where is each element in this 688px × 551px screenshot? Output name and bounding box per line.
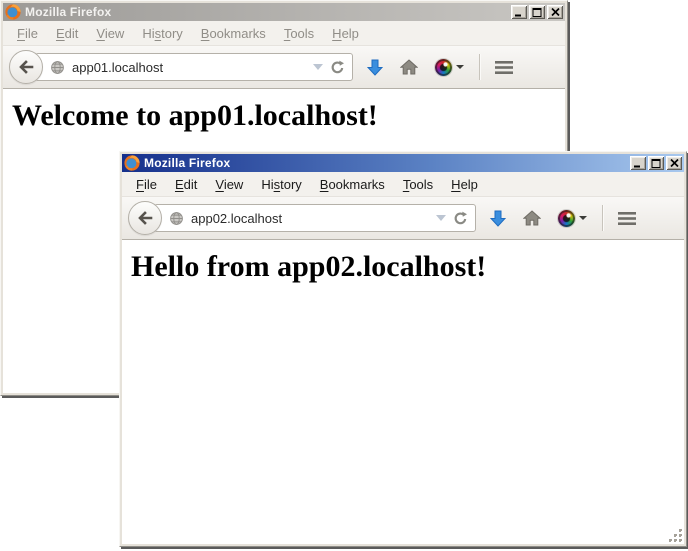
back-arrow-icon (18, 60, 34, 74)
url-text[interactable]: app02.localhost (191, 211, 429, 226)
home-button[interactable] (400, 59, 418, 75)
titlebar[interactable]: Mozilla Firefox (122, 154, 684, 172)
page-heading: Hello from app02.localhost! (131, 250, 684, 284)
chevron-down-icon (579, 216, 587, 220)
home-button[interactable] (523, 210, 541, 226)
hamburger-menu-button[interactable] (495, 61, 513, 74)
menu-history[interactable]: History (252, 175, 310, 194)
page-content: Hello from app02.localhost! (122, 240, 684, 544)
menu-file[interactable]: File (8, 24, 47, 43)
reload-button[interactable] (330, 60, 345, 75)
menu-tools[interactable]: Tools (275, 24, 323, 43)
menu-bar: File Edit View History Bookmarks Tools H… (3, 21, 565, 46)
back-arrow-icon (137, 211, 153, 225)
menu-bookmarks[interactable]: Bookmarks (192, 24, 275, 43)
maximize-button[interactable] (648, 156, 664, 170)
addon-button[interactable] (435, 59, 464, 76)
menu-history[interactable]: History (133, 24, 191, 43)
firefox-logo-icon (5, 4, 21, 20)
url-text[interactable]: app01.localhost (72, 60, 306, 75)
window-controls (511, 5, 563, 19)
back-button[interactable] (128, 201, 162, 235)
toolbar-separator (602, 205, 603, 231)
globe-icon (50, 60, 65, 75)
minimize-button[interactable] (630, 156, 646, 170)
download-button[interactable] (490, 210, 506, 227)
window-controls (630, 156, 682, 170)
minimize-button[interactable] (511, 5, 527, 19)
firefox-window-app02: Mozilla Firefox File Edit View History B… (119, 151, 687, 547)
addon-button[interactable] (558, 210, 587, 227)
close-button[interactable] (547, 5, 563, 19)
window-title: Mozilla Firefox (24, 5, 508, 19)
menu-view[interactable]: View (206, 175, 252, 194)
download-button[interactable] (367, 59, 383, 76)
close-button[interactable] (666, 156, 682, 170)
menu-bookmarks[interactable]: Bookmarks (311, 175, 394, 194)
menu-view[interactable]: View (87, 24, 133, 43)
menu-help[interactable]: Help (323, 24, 368, 43)
titlebar[interactable]: Mozilla Firefox (3, 3, 565, 21)
chevron-down-icon (456, 65, 464, 69)
urlbar-dropdown-icon[interactable] (436, 215, 446, 221)
reload-button[interactable] (453, 211, 468, 226)
window-title: Mozilla Firefox (143, 156, 627, 170)
back-button[interactable] (9, 50, 43, 84)
resize-grip[interactable] (669, 529, 683, 543)
toolbar-buttons (490, 205, 636, 231)
navigation-toolbar: app02.localhost (122, 197, 684, 240)
page-heading: Welcome to app01.localhost! (12, 99, 565, 133)
color-wheel-icon (435, 59, 452, 76)
maximize-button[interactable] (529, 5, 545, 19)
navigation-toolbar: app01.localhost (3, 46, 565, 89)
url-bar[interactable]: app02.localhost (154, 204, 476, 232)
toolbar-buttons (367, 54, 513, 80)
hamburger-menu-button[interactable] (618, 212, 636, 225)
url-bar[interactable]: app01.localhost (35, 53, 353, 81)
color-wheel-icon (558, 210, 575, 227)
menu-help[interactable]: Help (442, 175, 487, 194)
menu-edit[interactable]: Edit (47, 24, 87, 43)
firefox-logo-icon (124, 155, 140, 171)
menu-tools[interactable]: Tools (394, 175, 442, 194)
menu-file[interactable]: File (127, 175, 166, 194)
toolbar-separator (479, 54, 480, 80)
menu-bar: File Edit View History Bookmarks Tools H… (122, 172, 684, 197)
urlbar-dropdown-icon[interactable] (313, 64, 323, 70)
menu-edit[interactable]: Edit (166, 175, 206, 194)
globe-icon (169, 211, 184, 226)
